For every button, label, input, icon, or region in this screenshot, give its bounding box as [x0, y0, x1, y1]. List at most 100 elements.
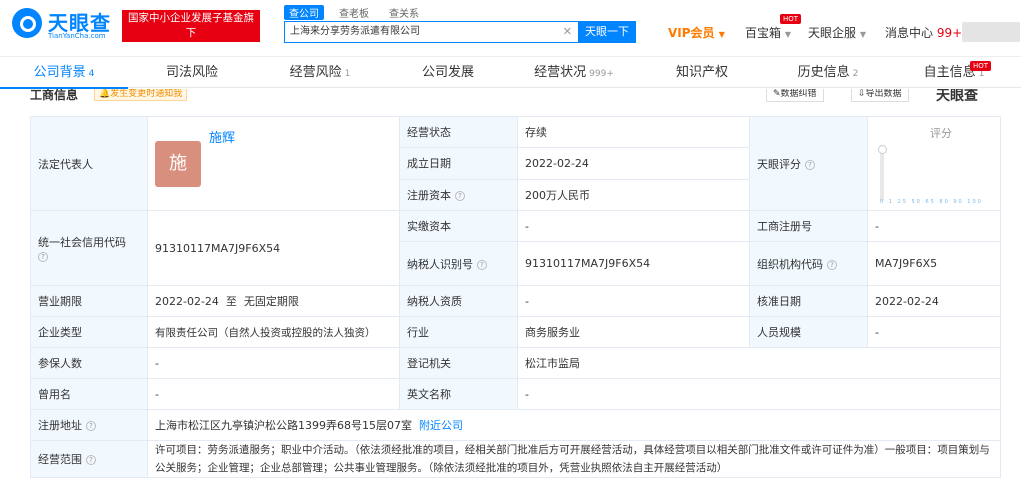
english-name-label: 英文名称: [399, 378, 518, 410]
tab-self-info[interactable]: 自主信息 1: [890, 57, 1018, 89]
paid-capital-label: 实缴资本: [399, 210, 518, 242]
scope-label-cell: 经营范围?: [30, 440, 148, 478]
address-label-cell: 注册地址?: [30, 409, 148, 441]
address-cell: 上海市松江区九亭镇沪松公路1399弄68号15层07室 附近公司: [147, 409, 1001, 441]
address-value: 上海市松江区九亭镇沪松公路1399弄68号15层07室: [155, 419, 412, 432]
message-center[interactable]: 消息中心 99+: [885, 24, 962, 41]
help-icon[interactable]: ?: [477, 259, 487, 270]
credit-code-cell: 91310117MA7J9F6X54: [147, 210, 400, 286]
edit-icon: ✎: [773, 89, 781, 99]
tab-ip[interactable]: 知识产权: [638, 57, 766, 89]
tianyancha-logo[interactable]: 天眼查 TianYanCha.com: [12, 6, 118, 42]
hot-badge: HOT: [970, 61, 992, 71]
taxpayer-id-label-cell: 纳税人识别号?: [399, 241, 518, 286]
user-avatar[interactable]: [962, 22, 1020, 42]
search-input[interactable]: 上海来分享劳务派遣有限公司 ✕: [284, 21, 578, 43]
tab-label: 公司发展: [421, 65, 474, 80]
nearby-companies-link[interactable]: 附近公司: [419, 419, 463, 432]
tab-judicial-risk[interactable]: 司法风险: [128, 57, 256, 89]
help-icon[interactable]: ?: [86, 421, 96, 431]
legal-rep-avatar[interactable]: 施: [155, 140, 201, 187]
export-data-button[interactable]: ⇩导出数据: [851, 89, 909, 102]
authority-label: 登记机关: [399, 347, 518, 379]
tab-operating-risk[interactable]: 经营风险 1: [256, 57, 384, 89]
correction-label: 数据纠错: [780, 89, 817, 99]
tab-company-development[interactable]: 公司发展: [384, 57, 512, 89]
reg-capital-label: 注册资本: [407, 188, 451, 202]
top-header: 天眼查 TianYanCha.com 国家中小企业发展子基金旗下 官方备案企业征…: [0, 0, 1021, 56]
reg-capital-value: 200万人民币: [517, 178, 750, 212]
tab-label: 知识产权: [675, 65, 728, 80]
legal-rep-cell: 施施辉: [147, 116, 400, 211]
taxpayer-id-label: 纳税人识别号: [407, 257, 473, 271]
score-knob: [878, 145, 887, 154]
industry-label: 行业: [399, 316, 518, 348]
search-tab-company[interactable]: 查公司: [284, 5, 324, 20]
data-correction-button[interactable]: ✎数据纠错: [766, 89, 824, 102]
tab-label: 历史信息: [797, 65, 850, 80]
search-tab-relation[interactable]: 查关系: [384, 5, 424, 20]
qiye-menu[interactable]: 天眼企服 ▼: [808, 24, 866, 41]
paid-capital-value: -: [517, 210, 750, 242]
tab-label: 公司背景: [33, 65, 86, 80]
section-header: 工商信息 🔔发生变更时通知我 ✎数据纠错 ⇩导出数据 天眼查: [0, 89, 1021, 103]
taxpayer-qual-label: 纳税人资质: [399, 285, 518, 317]
authority-value: 松江市监局: [517, 347, 1001, 379]
badge-line1: 国家中小企业发展子基金旗下: [128, 12, 254, 39]
former-name-label: 曾用名: [30, 378, 148, 410]
logo-sub: TianYanCha.com: [48, 32, 106, 40]
score-track: [881, 151, 884, 201]
help-icon[interactable]: ?: [38, 251, 48, 262]
english-name-value: -: [517, 378, 1001, 410]
status-label: 经营状态: [399, 115, 518, 149]
business-scope-value: 许可项目：劳务派遣服务；职业中介活动。（依法须经批准的项目，经相关部门批准后方可…: [147, 440, 1001, 478]
staff-size-label: 人员规模: [749, 316, 868, 348]
legal-rep-name[interactable]: 施辉: [209, 131, 235, 146]
score-label-cell: 天眼评分?: [749, 116, 868, 211]
notice-label: 发生变更时通知我: [110, 89, 183, 99]
tab-count: 999+: [589, 69, 614, 79]
business-info-table: 法定代表人 施施辉 经营状态 存续 天眼评分? 评分 0 1 25 50 65 …: [30, 115, 1001, 478]
help-icon[interactable]: ?: [86, 455, 96, 465]
clear-icon[interactable]: ✕: [563, 22, 572, 42]
tab-operating-status[interactable]: 经营状况 999+: [510, 57, 638, 89]
status-value: 存续: [517, 115, 750, 149]
help-icon[interactable]: ?: [805, 159, 815, 170]
vip-label: VIP会员: [668, 26, 715, 40]
tab-count: 4: [88, 69, 95, 79]
search-button[interactable]: 天眼一下: [578, 21, 636, 43]
hot-badge: HOT: [780, 14, 802, 24]
vip-menu[interactable]: VIP会员 ▼: [668, 24, 725, 41]
search-input-value: 上海来分享劳务派遣有限公司: [290, 26, 420, 37]
help-icon[interactable]: ?: [827, 259, 837, 270]
staff-size-value: -: [867, 316, 1001, 348]
change-notify-button[interactable]: 🔔发生变更时通知我: [94, 89, 188, 101]
export-label: 导出数据: [865, 89, 902, 99]
industry-value: 商务服务业: [517, 316, 750, 348]
tab-count: 1: [344, 69, 351, 79]
official-badge[interactable]: 国家中小企业发展子基金旗下 官方备案企业征信机构: [122, 10, 260, 54]
tab-label: 经营状况: [534, 65, 587, 80]
tab-history[interactable]: 历史信息 2: [764, 57, 892, 89]
tab-company-background[interactable]: 公司背景 4: [0, 57, 128, 89]
baibao-menu[interactable]: 百宝箱 ▼: [745, 24, 791, 41]
legal-rep-label: 法定代表人: [30, 116, 148, 211]
org-code-label-cell: 组织机构代码?: [749, 241, 868, 286]
biz-reg-no-value: -: [867, 210, 1001, 242]
score-gauge[interactable]: 评分 0 1 25 50 65 80 90 100: [868, 117, 1000, 210]
credit-code-label-cell: 统一社会信用代码?: [30, 210, 148, 286]
help-icon[interactable]: ?: [455, 190, 465, 201]
credit-code-label: 统一社会信用代码: [38, 235, 126, 249]
search-tab-boss[interactable]: 查老板: [334, 5, 374, 20]
tab-label: 自主信息: [923, 65, 976, 80]
message-label: 消息中心: [885, 26, 934, 40]
logo-eye-icon: [12, 8, 42, 38]
insured-value: -: [147, 347, 400, 379]
score-cell: 评分 0 1 25 50 65 80 90 100: [867, 116, 1001, 211]
chevron-down-icon: ▼: [718, 30, 725, 39]
company-type-value: 有限责任公司（自然人投资或控股的法人独资）: [147, 316, 400, 348]
message-count: 99+: [936, 26, 963, 40]
watermark-logo: 天眼查: [936, 89, 978, 103]
badge-line2: 官方备案企业征信机构: [138, 42, 244, 54]
credit-code-value: 91310117MA7J9F6X54: [155, 241, 281, 255]
